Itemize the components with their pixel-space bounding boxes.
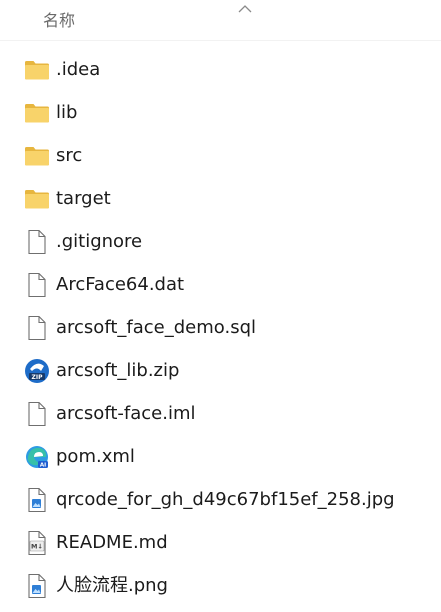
file-row[interactable]: AI pom.xml — [0, 435, 441, 478]
file-row[interactable]: arcsoft_face_demo.sql — [0, 306, 441, 349]
file-row[interactable]: M↓ README.md — [0, 521, 441, 564]
file-row[interactable]: arcsoft-face.iml — [0, 392, 441, 435]
blank-file-icon — [24, 229, 50, 255]
folder-icon — [24, 186, 50, 212]
file-row[interactable]: ArcFace64.dat — [0, 263, 441, 306]
file-name[interactable]: pom.xml — [56, 446, 135, 468]
svg-text:ZIP: ZIP — [32, 374, 44, 381]
blank-file-icon — [24, 272, 50, 298]
blank-file-icon — [24, 315, 50, 341]
file-name[interactable]: target — [56, 188, 111, 210]
file-name[interactable]: .idea — [56, 59, 100, 81]
column-header: 名称 — [0, 0, 441, 41]
image-file-icon — [24, 573, 50, 599]
svg-text:M↓: M↓ — [31, 543, 43, 551]
edge-browser-file-icon: AI — [24, 444, 50, 470]
file-list: .idea lib src target .gitignore ArcFace64.dat… — [0, 48, 441, 607]
file-name[interactable]: arcsoft_lib.zip — [56, 360, 179, 382]
zip-archive-icon: ZIP — [24, 358, 50, 384]
file-name[interactable]: lib — [56, 102, 77, 124]
svg-text:AI: AI — [40, 463, 46, 469]
file-row[interactable]: target — [0, 177, 441, 220]
folder-icon — [24, 143, 50, 169]
blank-file-icon — [24, 401, 50, 427]
file-row[interactable]: qrcode_for_gh_d49c67bf15ef_258.jpg — [0, 478, 441, 521]
file-name[interactable]: ArcFace64.dat — [56, 274, 184, 296]
file-name[interactable]: 人脸流程.png — [56, 575, 168, 597]
file-row[interactable]: ZIP arcsoft_lib.zip — [0, 349, 441, 392]
file-name[interactable]: README.md — [56, 532, 168, 554]
file-explorer-window: 名称 .idea lib src target .gitignore ArcFace64.… — [0, 0, 441, 612]
file-row[interactable]: .idea — [0, 48, 441, 91]
markdown-file-icon: M↓ — [24, 530, 50, 556]
file-row[interactable]: 人脸流程.png — [0, 564, 441, 607]
file-name[interactable]: qrcode_for_gh_d49c67bf15ef_258.jpg — [56, 489, 395, 511]
folder-icon — [24, 100, 50, 126]
file-row[interactable]: src — [0, 134, 441, 177]
file-name[interactable]: arcsoft_face_demo.sql — [56, 317, 256, 339]
name-column-header[interactable]: 名称 — [43, 11, 75, 31]
folder-icon — [24, 57, 50, 83]
file-row[interactable]: lib — [0, 91, 441, 134]
file-row[interactable]: .gitignore — [0, 220, 441, 263]
file-name[interactable]: arcsoft-face.iml — [56, 403, 196, 425]
file-name[interactable]: src — [56, 145, 82, 167]
image-file-icon — [24, 487, 50, 513]
sort-ascending-chevron-icon[interactable] — [236, 0, 254, 13]
file-name[interactable]: .gitignore — [56, 231, 142, 253]
